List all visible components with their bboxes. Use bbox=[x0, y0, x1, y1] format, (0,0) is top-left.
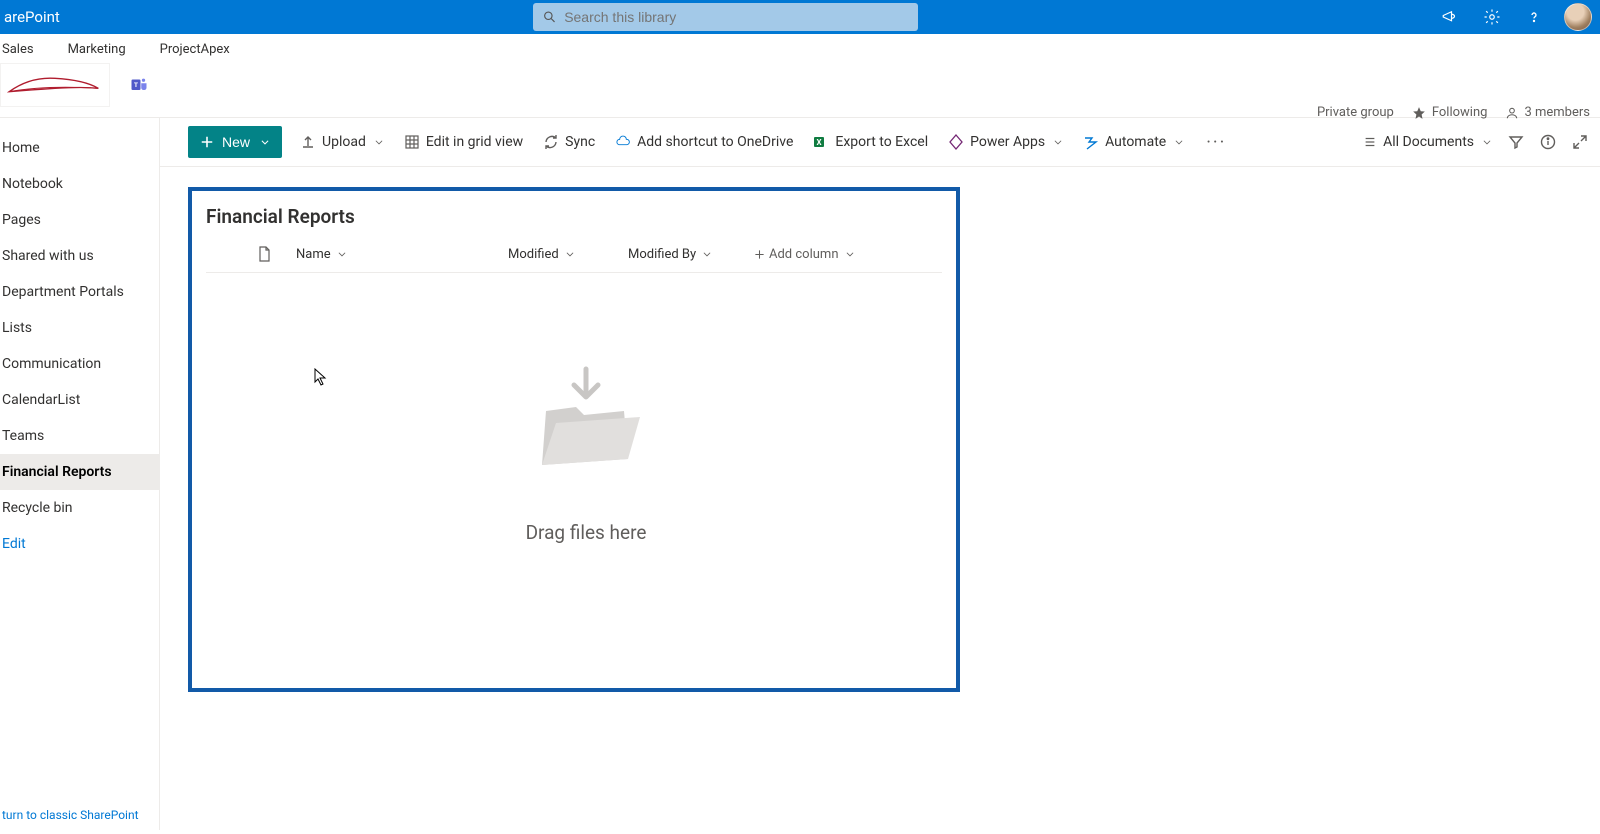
col-modified[interactable]: Modified bbox=[508, 247, 628, 262]
brand-title: arePoint bbox=[0, 8, 60, 26]
col-modifiedby-label: Modified By bbox=[628, 247, 696, 262]
list-icon bbox=[1363, 135, 1377, 149]
search-input[interactable] bbox=[564, 9, 908, 25]
settings-icon[interactable] bbox=[1480, 5, 1504, 29]
nav-tab-projectapex[interactable]: ProjectApex bbox=[160, 42, 230, 57]
user-avatar[interactable] bbox=[1564, 3, 1592, 31]
upload-icon bbox=[300, 134, 316, 150]
svg-text:X: X bbox=[817, 138, 822, 147]
new-button[interactable]: New bbox=[188, 126, 282, 158]
col-add-label: Add column bbox=[769, 247, 839, 262]
nav-tab-marketing[interactable]: Marketing bbox=[68, 42, 126, 57]
col-name-label: Name bbox=[296, 247, 331, 262]
more-button[interactable]: ··· bbox=[1202, 132, 1230, 153]
nav-department[interactable]: Department Portals bbox=[0, 274, 159, 310]
filter-icon[interactable] bbox=[1508, 134, 1524, 150]
nav-calendarlist[interactable]: CalendarList bbox=[0, 382, 159, 418]
nav-lists[interactable]: Lists bbox=[0, 310, 159, 346]
chevron-down-icon bbox=[702, 249, 712, 259]
library-highlight-box: Financial Reports Name Modified bbox=[188, 187, 960, 692]
columns-row: Name Modified Modified By Add column bbox=[206, 246, 942, 273]
automate-label: Automate bbox=[1105, 134, 1166, 150]
nav-edit-link[interactable]: Edit bbox=[0, 526, 159, 562]
powerapps-button[interactable]: Power Apps bbox=[946, 130, 1065, 154]
excel-icon: X bbox=[813, 134, 829, 150]
shortcut-button[interactable]: Add shortcut to OneDrive bbox=[613, 130, 795, 154]
chevron-down-icon bbox=[337, 249, 347, 259]
grid-label: Edit in grid view bbox=[426, 134, 523, 150]
export-label: Export to Excel bbox=[835, 134, 928, 150]
col-modified-label: Modified bbox=[508, 247, 559, 262]
export-excel-button[interactable]: X Export to Excel bbox=[811, 130, 930, 154]
command-bar: New Upload Edit in grid view Sync Add sh… bbox=[160, 118, 1600, 167]
site-logo[interactable] bbox=[0, 63, 110, 107]
nav-classic-link[interactable]: turn to classic SharePoint bbox=[0, 800, 159, 830]
search-icon bbox=[543, 10, 556, 24]
command-right: All Documents bbox=[1363, 134, 1588, 150]
nav-teams[interactable]: Teams bbox=[0, 418, 159, 454]
info-icon[interactable] bbox=[1540, 134, 1556, 150]
view-label: All Documents bbox=[1383, 134, 1474, 150]
chevron-down-icon bbox=[260, 137, 270, 147]
powerapps-label: Power Apps bbox=[970, 134, 1045, 150]
automate-icon bbox=[1083, 134, 1099, 150]
header-right bbox=[1438, 3, 1600, 31]
main-wrap: Home Notebook Pages Shared with us Depar… bbox=[0, 118, 1600, 830]
empty-folder-icon bbox=[516, 363, 656, 483]
grid-icon bbox=[404, 134, 420, 150]
nav-pages[interactable]: Pages bbox=[0, 202, 159, 238]
automate-button[interactable]: Automate bbox=[1081, 130, 1186, 154]
sync-button[interactable]: Sync bbox=[541, 130, 597, 154]
new-label: New bbox=[222, 134, 250, 150]
content-area: New Upload Edit in grid view Sync Add sh… bbox=[160, 118, 1600, 830]
nav-tab-sales[interactable]: Sales bbox=[2, 42, 34, 57]
chevron-down-icon bbox=[374, 137, 384, 147]
app-header: arePoint bbox=[0, 0, 1600, 34]
chevron-down-icon bbox=[1053, 137, 1063, 147]
nav-communication[interactable]: Communication bbox=[0, 346, 159, 382]
onedrive-icon bbox=[615, 134, 631, 150]
upload-button[interactable]: Upload bbox=[298, 130, 386, 154]
chevron-down-icon bbox=[565, 249, 575, 259]
plus-icon bbox=[200, 135, 214, 149]
sync-icon bbox=[543, 134, 559, 150]
nav-recycle-bin[interactable]: Recycle bin bbox=[0, 490, 159, 526]
chevron-down-icon bbox=[1174, 137, 1184, 147]
search-box[interactable] bbox=[533, 3, 918, 31]
library-title: Financial Reports bbox=[206, 205, 942, 228]
chevron-down-icon bbox=[1482, 137, 1492, 147]
plus-icon bbox=[754, 249, 765, 260]
powerapps-icon bbox=[948, 134, 964, 150]
col-add[interactable]: Add column bbox=[754, 247, 855, 262]
shortcut-label: Add shortcut to OneDrive bbox=[637, 134, 793, 150]
library-body: Financial Reports Name Modified bbox=[160, 167, 1600, 712]
col-name[interactable]: Name bbox=[278, 247, 508, 262]
nav-notebook[interactable]: Notebook bbox=[0, 166, 159, 202]
chevron-down-icon bbox=[845, 249, 855, 259]
help-icon[interactable] bbox=[1522, 5, 1546, 29]
view-selector[interactable]: All Documents bbox=[1363, 134, 1492, 150]
file-icon bbox=[257, 246, 271, 262]
site-header-row: T Private group Following 3 members bbox=[0, 57, 1600, 118]
empty-state: Drag files here bbox=[436, 273, 736, 544]
megaphone-icon[interactable] bbox=[1438, 5, 1462, 29]
col-type-icon[interactable] bbox=[250, 246, 278, 262]
edit-grid-button[interactable]: Edit in grid view bbox=[402, 130, 525, 154]
empty-text: Drag files here bbox=[526, 521, 647, 544]
global-nav-tabs: Sales Marketing ProjectApex bbox=[0, 34, 1600, 57]
nav-shared[interactable]: Shared with us bbox=[0, 238, 159, 274]
nav-financial-reports[interactable]: Financial Reports bbox=[0, 454, 159, 490]
left-nav: Home Notebook Pages Shared with us Depar… bbox=[0, 118, 160, 830]
col-modified-by[interactable]: Modified By bbox=[628, 247, 754, 262]
expand-icon[interactable] bbox=[1572, 134, 1588, 150]
teams-icon[interactable]: T bbox=[130, 75, 150, 95]
upload-label: Upload bbox=[322, 134, 366, 150]
sync-label: Sync bbox=[565, 134, 595, 150]
nav-home[interactable]: Home bbox=[0, 130, 159, 166]
